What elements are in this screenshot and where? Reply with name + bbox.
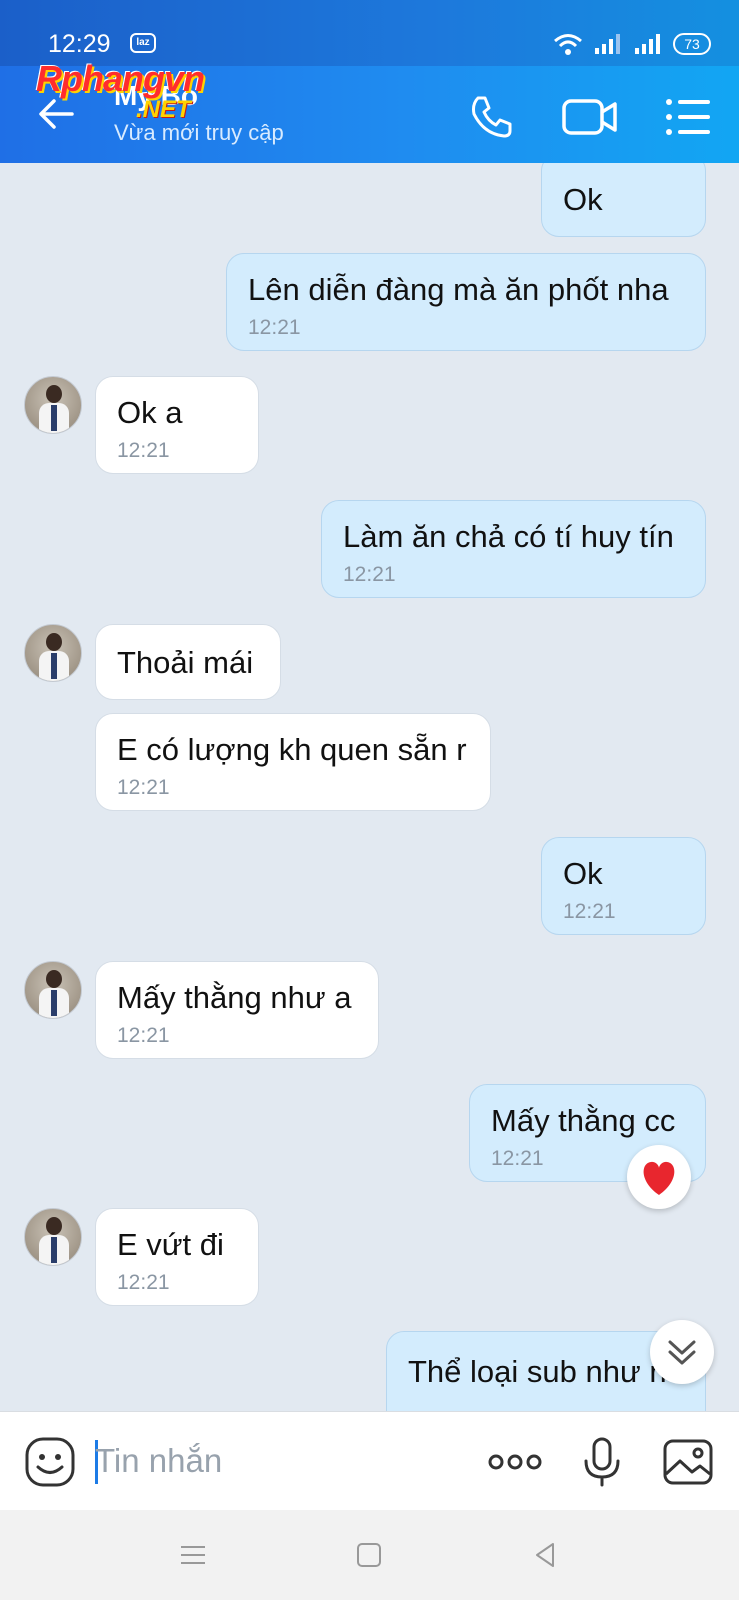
message-text: Ok xyxy=(563,182,603,217)
menu-list-icon[interactable] xyxy=(664,92,712,142)
watermark-logo-sub: .NET xyxy=(136,96,191,123)
message-time: 12:21 xyxy=(491,1147,544,1170)
phone-icon[interactable] xyxy=(466,92,516,142)
message-bubble-outgoing[interactable]: Ok xyxy=(541,163,706,237)
message-text: Ok a xyxy=(117,395,183,430)
home-icon[interactable] xyxy=(354,1540,384,1570)
message-text: Thể loại sub như n xyxy=(408,1354,667,1389)
scroll-to-bottom-button[interactable] xyxy=(650,1320,714,1384)
message-bubble-outgoing[interactable]: Lên diễn đàng mà ăn phốt nha 12:21 xyxy=(226,253,706,351)
double-chevron-down-icon xyxy=(668,1340,696,1365)
image-gallery-icon[interactable] xyxy=(662,1436,714,1488)
message-time: 12:21 xyxy=(117,1271,170,1294)
recent-apps-icon[interactable] xyxy=(178,1540,208,1570)
message-time: 12:21 xyxy=(343,563,396,586)
message-text: Thoải mái xyxy=(117,645,254,680)
sticker-emoji-icon[interactable] xyxy=(24,1436,76,1488)
status-time: 12:29 xyxy=(48,30,111,58)
message-text: Mấy thằng như a xyxy=(117,980,352,1015)
message-time: 12:21 xyxy=(248,316,301,339)
more-options-icon[interactable] xyxy=(486,1436,544,1488)
message-text: Mấy thằng cc xyxy=(491,1103,676,1138)
battery-icon: 73 xyxy=(673,33,711,55)
message-text: Lên diễn đàng mà ăn phốt nha xyxy=(248,272,669,307)
chat-header: 12:29 laz 73 My Bo Vừa mới truy cập Rpha… xyxy=(0,0,739,163)
video-call-icon[interactable] xyxy=(561,92,619,142)
lazada-notification-icon: laz xyxy=(130,33,156,53)
message-time: 12:21 xyxy=(117,1024,170,1047)
status-bar: 12:29 laz 73 xyxy=(0,0,739,66)
contact-avatar[interactable] xyxy=(24,961,82,1019)
status-indicators: 73 xyxy=(553,30,711,58)
message-bubble-outgoing[interactable]: Ok 12:21 xyxy=(541,837,706,935)
message-bubble-incoming[interactable]: E có lượng kh quen sẵn r 12:21 xyxy=(95,713,491,811)
message-time: 12:21 xyxy=(563,900,616,923)
heart-icon xyxy=(643,1161,675,1195)
wifi-icon xyxy=(554,34,582,55)
back-nav-icon[interactable] xyxy=(530,1540,560,1570)
contact-avatar[interactable] xyxy=(24,1208,82,1266)
contact-avatar[interactable] xyxy=(24,376,82,434)
contact-avatar[interactable] xyxy=(24,624,82,682)
signal-icon xyxy=(595,34,620,54)
message-bubble-outgoing[interactable]: Làm ăn chả có tí huy tín 12:21 xyxy=(321,500,706,598)
watermark-logo: Rphangvn xyxy=(36,58,205,99)
message-text: Ok xyxy=(563,856,603,891)
message-time: 12:21 xyxy=(117,439,170,462)
message-composer xyxy=(0,1411,739,1510)
system-navigation-bar xyxy=(0,1510,739,1600)
message-input[interactable] xyxy=(95,1432,455,1490)
signal-icon-2 xyxy=(635,34,660,54)
message-text: E vứt đi xyxy=(117,1227,224,1262)
message-text: E có lượng kh quen sẵn r xyxy=(117,732,467,767)
message-bubble-incoming[interactable]: Ok a 12:21 xyxy=(95,376,259,474)
message-text: Làm ăn chả có tí huy tín xyxy=(343,519,674,554)
message-bubble-incoming[interactable]: E vứt đi 12:21 xyxy=(95,1208,259,1306)
message-list[interactable]: Ok Lên diễn đàng mà ăn phốt nha 12:21 Ok… xyxy=(0,163,739,1411)
microphone-icon[interactable] xyxy=(576,1436,628,1488)
message-bubble-incoming[interactable]: Mấy thằng như a 12:21 xyxy=(95,961,379,1059)
message-time: 12:21 xyxy=(117,776,170,799)
message-bubble-incoming[interactable]: Thoải mái xyxy=(95,624,281,700)
reaction-heart-button[interactable] xyxy=(627,1145,691,1209)
